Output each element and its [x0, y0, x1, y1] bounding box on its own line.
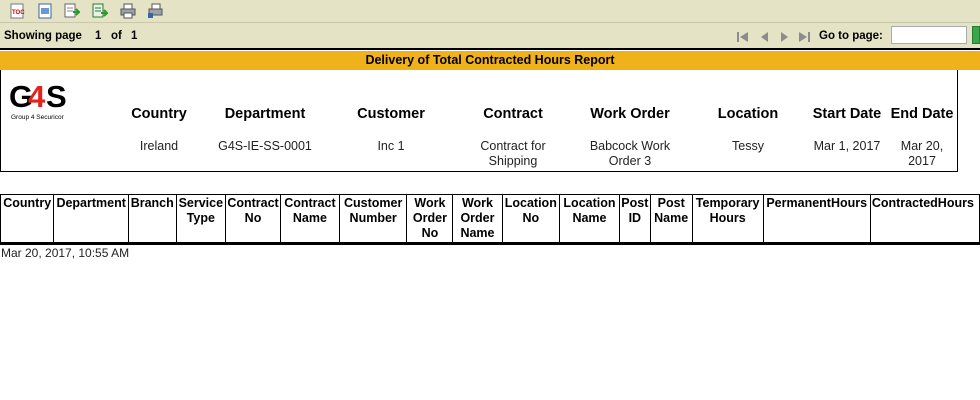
header-end-date-value: Mar 20, 2017: [900, 139, 944, 168]
svg-text:Group 4 Securicor: Group 4 Securicor: [11, 114, 65, 121]
column-header: Location No: [501, 194, 561, 243]
previous-page-icon[interactable]: [758, 30, 772, 42]
export-excel-icon[interactable]: [92, 3, 110, 19]
column-header: Work Order No: [406, 194, 454, 243]
total-pages-number: 1: [131, 30, 138, 42]
next-page-icon[interactable]: [778, 30, 792, 42]
column-header: Location Name: [559, 194, 620, 243]
pager-bar: Showing page 1 of 1 Go to page:: [0, 23, 980, 50]
g4s-logo: G 4 S Group 4 Securicor: [9, 79, 73, 124]
svg-text:TOC: TOC: [12, 10, 25, 16]
svg-text:S: S: [46, 80, 66, 114]
column-header: Service Type: [175, 194, 227, 243]
table-header-row: Country Department Branch Service Type C…: [0, 194, 980, 243]
table-separator: [0, 243, 980, 245]
column-header: Customer Number: [338, 194, 408, 243]
of-label: of: [111, 30, 122, 42]
showing-page-label: Showing page: [4, 30, 82, 42]
export-icon[interactable]: [37, 3, 53, 19]
generated-timestamp: Mar 20, 2017, 10:55 AM: [1, 246, 130, 260]
header-country-label: Country: [131, 106, 187, 122]
header-customer-value: Inc 1: [377, 139, 405, 153]
column-header: Department: [53, 194, 129, 243]
header-end-date-label: End Date: [890, 106, 954, 122]
first-page-icon[interactable]: [736, 30, 750, 42]
column-header: Work Order Name: [452, 194, 503, 243]
export-data-icon[interactable]: [64, 3, 82, 19]
header-customer-label: Customer: [357, 106, 425, 122]
print-server-icon[interactable]: [147, 3, 163, 19]
column-header: Contract Name: [279, 194, 340, 243]
header-department-value: G4S-IE-SS-0001: [218, 139, 312, 153]
column-header: Post Name: [649, 194, 693, 243]
column-header: Contract No: [225, 194, 281, 243]
report-toolbar: TOC: [0, 0, 980, 23]
header-country-value: Ireland: [139, 139, 179, 153]
go-button[interactable]: [972, 26, 980, 44]
goto-page-input[interactable]: [891, 26, 967, 44]
header-department-label: Department: [224, 106, 306, 122]
header-start-date-label: Start Date: [812, 106, 882, 122]
toc-icon[interactable]: TOC: [9, 3, 25, 19]
goto-page-label: Go to page:: [819, 30, 883, 42]
header-location-label: Location: [717, 106, 779, 122]
header-location-value: Tessy: [732, 139, 764, 153]
header-contract-label: Contract: [483, 106, 543, 122]
report-table: Country Department Branch Service Type C…: [0, 194, 980, 244]
header-work-order-value: Babcock Work Order 3: [589, 139, 671, 168]
last-page-icon[interactable]: [797, 30, 811, 42]
column-header: Branch: [127, 194, 177, 243]
svg-text:4: 4: [28, 80, 46, 114]
report-title: Delivery of Total Contracted Hours Repor…: [0, 51, 980, 70]
column-header: Temporary Hours: [691, 194, 764, 243]
column-header: ContractedHours: [869, 194, 980, 243]
column-header: PermanentHours: [762, 194, 871, 243]
header-work-order-label: Work Order: [590, 106, 670, 122]
header-contract-value: Contract for Shipping: [480, 139, 546, 168]
current-page-number: 1: [95, 30, 102, 42]
column-header: Post ID: [618, 194, 651, 243]
report-header: G 4 S Group 4 Securicor Country Departme…: [0, 70, 958, 172]
header-start-date-value: Mar 1, 2017: [813, 139, 881, 153]
column-header: Country: [0, 194, 55, 243]
print-icon[interactable]: [120, 3, 136, 19]
